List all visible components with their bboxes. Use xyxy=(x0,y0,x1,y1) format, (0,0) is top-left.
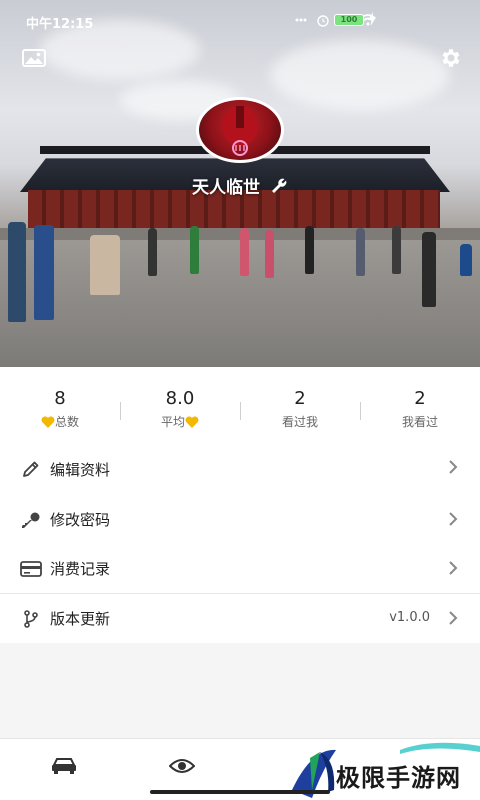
menu-change-password[interactable]: 修改密码 xyxy=(0,495,480,544)
menu-label: 编辑资料 xyxy=(50,460,111,479)
stat-label: 总数 xyxy=(0,413,120,429)
stat-label: 我看过 xyxy=(401,414,438,429)
person xyxy=(240,228,249,276)
gear-icon[interactable] xyxy=(435,42,467,74)
cloud xyxy=(270,40,450,110)
person xyxy=(190,226,199,274)
key-icon xyxy=(20,509,42,531)
image-icon[interactable] xyxy=(18,42,50,74)
stat-label: 看过我 xyxy=(281,414,318,429)
stat-average[interactable]: 8.0 平均 xyxy=(120,382,240,429)
alarm-icon xyxy=(316,15,329,27)
branch-icon xyxy=(20,608,42,630)
person xyxy=(34,225,54,320)
credit-card-icon xyxy=(20,558,42,580)
dots-icon xyxy=(295,18,307,22)
menu-consumption-record[interactable]: 消费记录 xyxy=(0,544,480,593)
menu-label: 版本更新 xyxy=(50,610,111,628)
person xyxy=(422,232,436,307)
person xyxy=(460,244,472,276)
menu-version-update[interactable]: 版本更新 v1.0.0 xyxy=(0,594,480,643)
chevron-right-icon xyxy=(449,561,458,575)
stats-bar: 8 总数 8.0 平均 2 看过我 2 我看过 xyxy=(0,367,480,443)
person xyxy=(356,228,365,276)
avatar-image xyxy=(222,106,258,156)
heart-icon xyxy=(41,415,55,428)
empty-area xyxy=(0,643,480,738)
person xyxy=(8,222,26,322)
status-bar: 中午12:15 100 xyxy=(0,0,480,40)
charging-icon xyxy=(368,12,376,29)
stat-total[interactable]: 8 总数 xyxy=(0,382,120,429)
avatar[interactable] xyxy=(196,97,284,163)
chevron-right-icon xyxy=(449,512,458,526)
home-indicator xyxy=(150,790,330,794)
stat-value: 2 xyxy=(294,387,306,409)
status-time: 中午12:15 xyxy=(26,17,94,32)
menu-label: 消费记录 xyxy=(50,560,111,578)
person xyxy=(305,226,314,274)
person xyxy=(392,226,401,274)
stat-i-viewed[interactable]: 2 我看过 xyxy=(360,382,480,429)
stat-value: 8.0 xyxy=(165,387,195,409)
username: 天人临世 xyxy=(192,178,261,198)
stat-value: 8 xyxy=(54,387,66,409)
pencil-icon xyxy=(20,458,42,480)
person xyxy=(148,228,157,276)
menu-edit-profile[interactable]: 编辑资料 xyxy=(0,443,480,495)
version-value: v1.0.0 xyxy=(389,610,430,625)
stat-label: 平均 xyxy=(120,413,240,429)
stat-value: 2 xyxy=(414,387,426,409)
menu-label: 修改密码 xyxy=(50,511,111,529)
person xyxy=(265,230,274,278)
wrench-icon[interactable] xyxy=(270,177,288,195)
tab-eye[interactable] xyxy=(162,751,202,781)
tab-car[interactable] xyxy=(44,751,84,781)
person xyxy=(90,235,120,295)
username-row: 天人临世 xyxy=(0,173,480,198)
watermark-text: 极限手游网 xyxy=(336,763,461,792)
settings-menu: 编辑资料 修改密码 消费记录 版本更新 v1.0.0 xyxy=(0,443,480,643)
chevron-right-icon xyxy=(449,460,458,474)
heart-icon xyxy=(185,415,199,428)
stat-viewed-me[interactable]: 2 看过我 xyxy=(240,382,360,429)
chevron-right-icon xyxy=(449,611,458,625)
battery-indicator: 100 xyxy=(334,14,364,26)
car-icon xyxy=(52,758,76,774)
eye-icon xyxy=(169,759,195,773)
